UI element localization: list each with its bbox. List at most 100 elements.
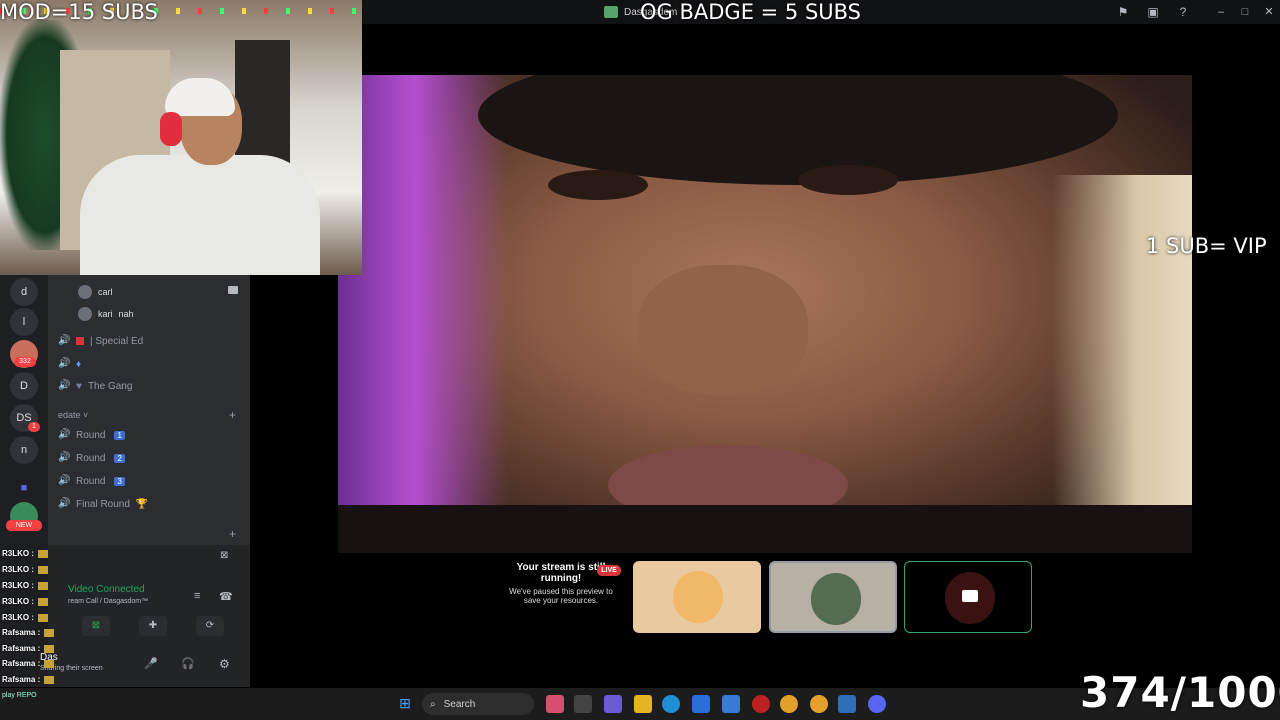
task-view-icon[interactable] [574,695,592,713]
sub-goal-counter: 374/1000 [1080,668,1280,717]
member-name: carl [98,287,113,297]
chat-line: Rafsama : [2,675,55,687]
voice-channel[interactable]: 🔊 Round 1 [58,425,125,445]
emote-icon [38,581,49,590]
speaker-icon: 🔊 [58,498,71,509]
voice-channel[interactable]: 🔊 Final Round 🏆 [58,494,148,514]
screen-share-video[interactable] [338,75,1192,553]
speaker-icon: 🔊 [58,358,71,369]
voice-channel[interactable]: 🔊 Round 3 [58,471,125,491]
emote-icon [44,628,55,637]
participant-tile[interactable] [769,561,897,633]
close-icon[interactable]: ⊠ [220,550,228,561]
avatar [78,307,92,321]
video-icon [228,286,238,294]
chat-line: R3LKO : [2,597,49,609]
left-eye [548,170,648,200]
participant-tile[interactable] [904,561,1032,633]
speaker-icon: 🔊 [58,452,71,463]
speaker-icon: 🔊 [58,380,71,391]
close-button[interactable]: ✕ [1258,3,1280,21]
search-placeholder: Search [443,698,476,710]
voice-channel[interactable]: 🔊 ♥ The Gang [58,376,132,396]
og-badge-goal-text: OG BADGE = 5 SUBS [640,0,862,24]
app-icon[interactable] [604,695,622,713]
participant-tile[interactable] [633,561,761,633]
microphone-icon[interactable]: 🎤 [144,657,158,670]
folder-icon[interactable]: ■ [10,474,38,502]
live-badge: LIVE [597,565,621,576]
store-icon[interactable] [692,695,710,713]
voice-member[interactable]: kari nah [78,305,134,323]
voice-channel[interactable]: 🔊 Round 2 [58,448,125,468]
avatar [811,573,861,625]
chat-line: Rafsama : [2,659,55,671]
camera-icon [962,590,978,602]
streamer-shirt [80,155,320,275]
diamond-icon: ♦ [76,358,82,370]
trophy-icon: 🏆 [135,498,149,510]
inbox-icon[interactable]: ▣ [1144,3,1162,21]
file-explorer-icon[interactable] [634,695,652,713]
emote-icon [44,675,55,684]
app-icon[interactable] [722,695,740,713]
category-header[interactable]: edate ˅ [58,410,88,420]
unread-badge: 332 [14,357,36,367]
disconnect-icon[interactable]: ☎ [219,590,233,603]
server-icon[interactable]: d [10,278,38,306]
share-screen-button[interactable]: ⟳ [196,616,224,636]
emote-icon [38,549,49,558]
taskbar-search[interactable]: ⌕ Search [422,693,534,715]
streamer-cap [165,78,235,116]
chat-line: Rafsama : [2,628,55,640]
headphones-icon[interactable]: 🎧 [181,657,195,670]
purple-light [338,75,508,553]
chrome-icon[interactable] [780,695,798,713]
member-name: kari [98,309,113,319]
channel-emoji-icon [76,337,84,345]
chat-line: Rafsama : [2,644,55,656]
help-icon[interactable]: ? [1174,3,1192,21]
unread-badge: 1 [28,422,40,432]
avatar [673,571,723,623]
app-icon[interactable] [838,695,856,713]
voice-connected-status[interactable]: Video Connected [68,584,145,595]
emote-icon [38,597,49,606]
minimize-button[interactable]: – [1210,3,1232,21]
server-icon[interactable]: n [10,436,38,464]
server-icon[interactable]: D [10,372,38,400]
discord-icon[interactable] [868,695,886,713]
chat-line: R3LKO : [2,565,49,577]
obs-icon[interactable] [752,695,770,713]
soundboard-icon[interactable]: ≡ [194,590,200,602]
shirt [338,505,1192,553]
emote-icon [38,613,49,622]
chat-line: R3LKO : [2,613,49,625]
voice-channel[interactable]: 🔊 | Special Ed [58,331,143,351]
heart-icon: ♥ [76,380,82,392]
nose [638,265,808,395]
settings-gear-icon[interactable]: ⚙ [219,657,230,671]
mod-goal-text: MOD=15 SUBS [0,0,158,24]
windows-start-icon[interactable]: ⊞ [396,694,414,712]
chat-footer: play REPO [2,692,37,699]
chrome-icon[interactable] [810,695,828,713]
voice-channel[interactable]: 🔊 ♦ [58,354,87,374]
emote-icon [44,644,55,653]
app-icon[interactable] [546,695,564,713]
activities-button[interactable]: ✚ [139,616,167,636]
voice-member[interactable]: carl [78,283,113,301]
speaker-icon: 🔊 [58,475,71,486]
search-icon: ⌕ [430,698,436,710]
stream-paused-subtitle: We've paused this preview to save your r… [509,587,613,605]
server-icon[interactable]: l [10,308,38,336]
flag-icon[interactable]: ⚑ [1114,3,1132,21]
camera-button[interactable]: ⊠ [82,616,110,636]
edge-icon[interactable] [662,695,680,713]
add-channel-icon[interactable]: + [229,527,236,541]
maximize-button[interactable]: □ [1234,3,1256,21]
add-channel-icon[interactable]: + [229,408,236,422]
avatar [78,285,92,299]
voice-call-name: ream Call / Dasgasdom™ [68,598,149,605]
new-badge: NEW [6,520,42,531]
